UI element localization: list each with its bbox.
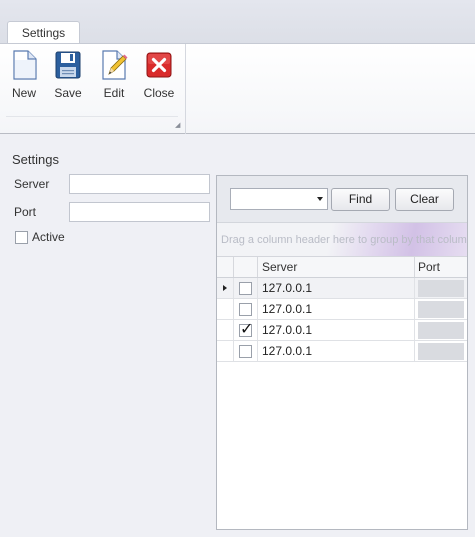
ribbon-tab-strip: Settings — [0, 0, 475, 44]
group-launcher-icon[interactable]: ◢ — [175, 122, 183, 130]
grid-header: Server Port — [217, 257, 467, 278]
row-checkbox[interactable] — [239, 345, 252, 358]
row-checkbox-cell — [234, 341, 258, 361]
column-header-port[interactable]: Port — [415, 257, 467, 277]
search-bar: Find Clear — [217, 176, 467, 223]
redacted-value — [418, 322, 464, 339]
server-label: Server — [14, 177, 50, 191]
row-checkbox-cell — [234, 278, 258, 298]
server-cell[interactable]: 127.0.0.1 — [258, 341, 415, 361]
new-button[interactable]: New — [4, 50, 44, 106]
group-by-panel[interactable]: Drag a column header here to group by th… — [217, 223, 467, 257]
port-cell[interactable] — [415, 299, 467, 319]
table-row[interactable]: 127.0.0.1 — [217, 341, 467, 362]
ribbon-group: New Save Edit Close ◢ — [0, 44, 186, 134]
row-indicator — [217, 341, 234, 361]
new-button-label: New — [11, 86, 36, 100]
row-indicator — [217, 320, 234, 340]
close-button[interactable]: Close — [139, 50, 179, 106]
close-button-label: Close — [143, 86, 175, 100]
active-checkbox[interactable] — [15, 231, 28, 244]
new-document-icon — [4, 50, 44, 80]
row-checkbox-cell: ✓ — [234, 320, 258, 340]
grid-panel: Find Clear Drag a column header here to … — [216, 175, 468, 530]
table-row[interactable]: ✓ 127.0.0.1 — [217, 320, 467, 341]
row-checkbox[interactable] — [239, 282, 252, 295]
row-checkbox[interactable] — [239, 303, 252, 316]
port-cell[interactable] — [415, 320, 467, 340]
current-row-arrow-icon — [223, 285, 227, 291]
table-row[interactable]: 127.0.0.1 — [217, 299, 467, 320]
port-cell[interactable] — [415, 278, 467, 298]
chevron-down-icon — [317, 197, 323, 201]
row-indicator — [217, 278, 234, 298]
row-checkbox-cell — [234, 299, 258, 319]
close-x-icon — [139, 50, 179, 80]
save-button[interactable]: Save — [48, 50, 88, 106]
floppy-disk-icon — [48, 50, 88, 80]
filter-dropdown[interactable] — [230, 188, 328, 210]
redacted-value — [418, 343, 464, 360]
server-cell[interactable]: 127.0.0.1 — [258, 278, 415, 298]
clear-button[interactable]: Clear — [395, 188, 454, 211]
checkmark-icon: ✓ — [240, 319, 254, 338]
server-cell[interactable]: 127.0.0.1 — [258, 299, 415, 319]
checkbox-column-header[interactable] — [234, 257, 258, 277]
section-title: Settings — [12, 152, 59, 167]
column-header-server[interactable]: Server — [258, 257, 415, 277]
edit-button-label: Edit — [103, 86, 125, 100]
server-input[interactable] — [69, 174, 210, 194]
redacted-value — [418, 280, 464, 297]
redacted-value — [418, 301, 464, 318]
port-input[interactable] — [69, 202, 210, 222]
edit-pencil-icon — [94, 50, 134, 80]
tab-settings[interactable]: Settings — [7, 21, 80, 44]
port-cell[interactable] — [415, 341, 467, 361]
server-cell[interactable]: 127.0.0.1 — [258, 320, 415, 340]
edit-button[interactable]: Edit — [94, 50, 134, 106]
ribbon: New Save Edit Close ◢ — [0, 43, 475, 134]
row-checkbox[interactable]: ✓ — [239, 319, 254, 338]
row-indicator — [217, 299, 234, 319]
port-label: Port — [14, 205, 37, 219]
ribbon-group-divider — [6, 116, 178, 117]
indicator-column-header — [217, 257, 234, 277]
active-label: Active — [32, 230, 65, 244]
find-button[interactable]: Find — [331, 188, 390, 211]
save-button-label: Save — [54, 86, 82, 100]
table-row[interactable]: 127.0.0.1 — [217, 278, 467, 299]
